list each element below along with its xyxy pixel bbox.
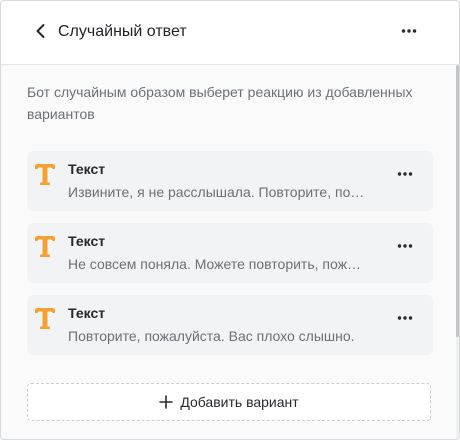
scrollbar-thumb[interactable] [456, 65, 459, 337]
text-type-icon [35, 308, 55, 329]
back-button[interactable] [31, 21, 51, 41]
variant-card[interactable]: Текст Не совсем поняла. Можете повторить… [27, 223, 433, 283]
text-type-icon [35, 236, 55, 257]
variant-text: Не совсем поняла. Можете повторить, пожа… [68, 256, 368, 272]
add-variant-button[interactable]: Добавить вариант [27, 383, 431, 421]
header-menu-button[interactable] [399, 21, 419, 41]
more-horizontal-icon [397, 172, 413, 176]
variant-menu-button[interactable] [395, 238, 415, 254]
panel-header: Случайный ответ [1, 1, 459, 65]
more-horizontal-icon [397, 244, 413, 248]
description-text: Бот случайным образом выберет реакцию из… [27, 84, 413, 122]
variant-type-label: Текст [68, 161, 106, 177]
text-type-icon [35, 164, 55, 185]
more-horizontal-icon [397, 316, 413, 320]
variant-text: Извините, я не расслышала. Повторите, по… [68, 184, 368, 200]
variant-card[interactable]: Текст Повторите, пожалуйста. Вас плохо с… [27, 295, 433, 355]
variant-menu-button[interactable] [395, 310, 415, 326]
variant-card[interactable]: Текст Извините, я не расслышала. Повтори… [27, 151, 433, 211]
add-variant-label: Добавить вариант [180, 394, 299, 410]
variant-type-label: Текст [68, 233, 106, 249]
add-variant-content: Добавить вариант [28, 384, 430, 420]
random-answer-panel: Случайный ответ Бот случайным образом вы… [0, 0, 460, 440]
page-title: Случайный ответ [58, 23, 187, 40]
variant-text: Повторите, пожалуйста. Вас плохо слышно. [68, 328, 355, 344]
variant-type-label: Текст [68, 305, 106, 321]
more-horizontal-icon [401, 29, 417, 33]
variant-menu-button[interactable] [395, 166, 415, 182]
chevron-left-icon [36, 24, 45, 38]
plus-icon [159, 395, 174, 409]
